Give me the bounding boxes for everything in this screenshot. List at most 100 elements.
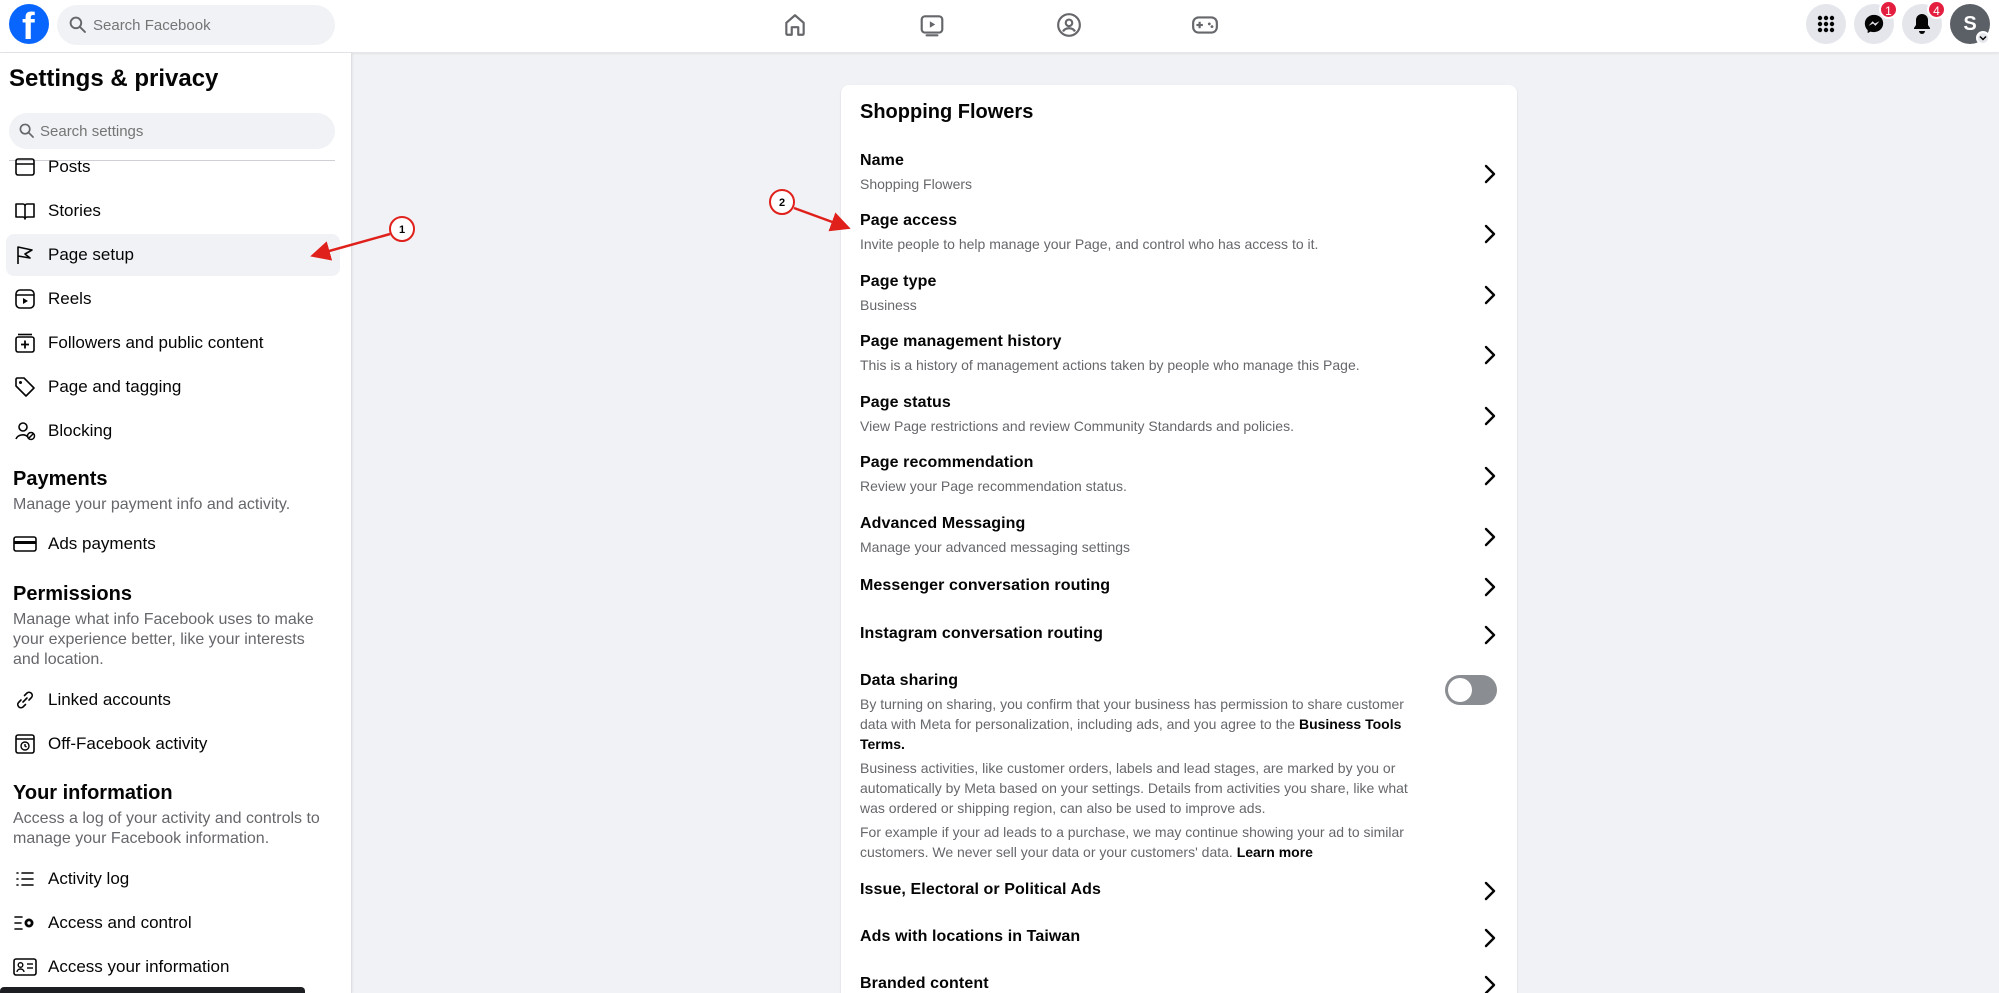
chevron-right-icon: [1484, 881, 1496, 901]
settings-row-instagram-routing[interactable]: Instagram conversation routing: [860, 625, 1500, 645]
facebook-search[interactable]: [57, 5, 335, 45]
row-subtitle: Business: [860, 297, 917, 313]
data-sharing-toggle[interactable]: [1445, 675, 1497, 705]
chevron-right-icon: [1484, 406, 1496, 426]
video-icon[interactable]: [915, 10, 949, 40]
sidebar-item-label: Access and control: [48, 913, 192, 932]
notifications-button[interactable]: 4: [1902, 0, 1946, 44]
top-navigation-bar: f 1 4 S: [0, 0, 1999, 53]
sidebar-item-label: Stories: [48, 201, 101, 220]
annotation-marker-2: [769, 189, 795, 215]
settings-row-data-sharing: Data sharing By turning on sharing, you …: [860, 672, 1500, 862]
sidebar-item-label: Page setup: [48, 245, 135, 264]
notifications-badge: 4: [1927, 0, 1946, 19]
sidebar-item-label: Followers and public content: [48, 333, 264, 352]
bottom-bar: [0, 987, 305, 993]
sidebar-item-label: Linked accounts: [48, 690, 171, 709]
settings-row-name[interactable]: Name Shopping Flowers: [860, 152, 1500, 194]
sidebar-item-access-and-control[interactable]: Access and control: [6, 902, 340, 944]
sidebar-item-off-facebook-activity[interactable]: Off-Facebook activity: [6, 723, 340, 765]
sidebar-item-stories[interactable]: Stories: [6, 190, 340, 232]
row-title: Page type: [860, 273, 937, 290]
chevron-right-icon: [1484, 345, 1496, 365]
row-title: Messenger conversation routing: [860, 577, 1111, 594]
chevron-right-icon: [1484, 164, 1496, 184]
chevron-right-icon: [1484, 928, 1496, 948]
blocking-icon: [12, 418, 38, 444]
sidebar-item-access-your-information[interactable]: Access your information: [6, 946, 340, 988]
sidebar-item-posts[interactable]: Posts: [6, 146, 340, 188]
sidebar-item-blocking[interactable]: Blocking: [6, 410, 340, 452]
settings-row-political-ads[interactable]: Issue, Electoral or Political Ads: [860, 881, 1500, 901]
sidebar-item-reels[interactable]: Reels: [6, 278, 340, 320]
account-chevron-icon[interactable]: [1976, 31, 1990, 45]
sidebar-item-page-and-tagging[interactable]: Page and tagging: [6, 366, 340, 408]
row-title: Name: [860, 152, 904, 169]
settings-row-page-access[interactable]: Page access Invite people to help manage…: [860, 212, 1500, 254]
chevron-right-icon: [1484, 285, 1496, 305]
sidebar-item-page-setup[interactable]: Page setup: [6, 234, 340, 276]
sidebar-item-label: Blocking: [48, 421, 113, 440]
row-title: Page recommendation: [860, 454, 1034, 471]
learn-more-link[interactable]: Learn more: [1237, 844, 1313, 860]
settings-row-branded-content[interactable]: Branded content: [860, 975, 1500, 993]
groups-icon[interactable]: [1052, 10, 1086, 40]
settings-row-page-type[interactable]: Page type Business: [860, 273, 1500, 315]
card-icon: [12, 531, 38, 557]
grid-icon: [1817, 15, 1835, 33]
permissions-description: Manage what info Facebook uses to make y…: [13, 611, 314, 668]
link-icon: [12, 687, 38, 713]
sidebar-item-label: Access your information: [48, 957, 230, 976]
list-icon: [12, 866, 38, 892]
row-title: Branded content: [860, 975, 989, 992]
your-information-heading: Your information: [13, 782, 173, 804]
chevron-right-icon: [1484, 527, 1496, 547]
annotation-marker-1-label: 1: [399, 224, 405, 236]
sidebar-item-activity-log[interactable]: Activity log: [6, 858, 340, 900]
flag-icon: [12, 242, 38, 268]
settings-row-page-status[interactable]: Page status View Page restrictions and r…: [860, 394, 1500, 436]
chevron-right-icon: [1484, 466, 1496, 486]
settings-search-input[interactable]: [40, 113, 325, 149]
search-icon: [69, 16, 86, 33]
sidebar-title: Settings & privacy: [9, 65, 219, 92]
annotation-marker-2-label: 2: [779, 197, 785, 209]
reels-icon: [12, 286, 38, 312]
settings-row-page-recommendation[interactable]: Page recommendation Review your Page rec…: [860, 454, 1500, 496]
menu-grid-button[interactable]: [1806, 4, 1846, 44]
search-icon: [19, 123, 34, 138]
sidebar-item-label: Page and tagging: [48, 377, 182, 396]
sidebar-item-linked-accounts[interactable]: Linked accounts: [6, 679, 340, 721]
row-subtitle: Review your Page recommendation status.: [860, 478, 1127, 494]
facebook-logo[interactable]: f: [9, 4, 49, 47]
row-title: Page access: [860, 212, 958, 229]
facebook-search-input[interactable]: [93, 5, 323, 45]
page-settings-card: Shopping Flowers Name Shopping Flowers P…: [841, 85, 1517, 993]
row-title: Ads with locations in Taiwan: [860, 928, 1081, 945]
sidebar-item-label: Posts: [48, 157, 91, 176]
settings-row-messenger-routing[interactable]: Messenger conversation routing: [860, 577, 1500, 597]
sidebar-item-ads-payments[interactable]: Ads payments: [6, 523, 340, 565]
settings-search[interactable]: [9, 113, 335, 149]
settings-row-advanced-messaging[interactable]: Advanced Messaging Manage your advanced …: [860, 515, 1500, 557]
messenger-badge: 1: [1879, 0, 1898, 19]
chevron-right-icon: [1484, 577, 1496, 597]
permissions-heading: Permissions: [13, 583, 132, 605]
row-title: Advanced Messaging: [860, 515, 1026, 532]
settings-sidebar: Settings & privacy Posts Stories Page se…: [0, 53, 352, 993]
row-subtitle: Manage your advanced messaging settings: [860, 539, 1131, 555]
row-subtitle: View Page restrictions and review Commun…: [860, 418, 1294, 434]
settings-row-taiwan-ads[interactable]: Ads with locations in Taiwan: [860, 928, 1500, 948]
home-icon[interactable]: [778, 10, 812, 40]
tag-icon: [12, 374, 38, 400]
gaming-icon[interactable]: [1188, 10, 1222, 40]
gear-list-icon: [12, 910, 38, 936]
row-title: Issue, Electoral or Political Ads: [860, 881, 1102, 898]
chevron-right-icon: [1484, 224, 1496, 244]
sidebar-item-followers[interactable]: Followers and public content: [6, 322, 340, 364]
settings-row-page-management-history[interactable]: Page management history This is a histor…: [860, 333, 1500, 375]
payments-description: Manage your payment info and activity.: [13, 496, 291, 513]
row-title: Page management history: [860, 333, 1062, 350]
messenger-button[interactable]: 1: [1854, 0, 1898, 44]
row-subtitle: This is a history of management actions …: [860, 357, 1360, 373]
